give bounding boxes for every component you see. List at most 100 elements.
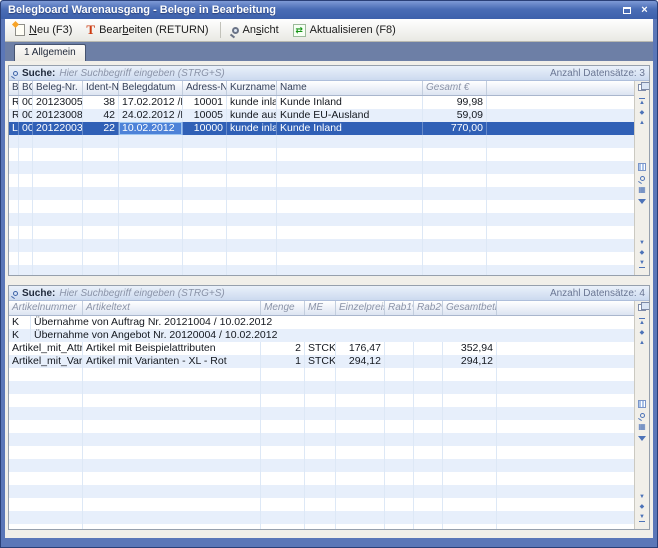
cell[interactable]: [261, 407, 305, 420]
restore-button[interactable]: [619, 4, 634, 17]
cell[interactable]: [305, 459, 336, 472]
cell[interactable]: [83, 511, 261, 524]
cell[interactable]: STCK: [305, 342, 336, 355]
cell[interactable]: Artikel_mit_Variant: [9, 355, 83, 368]
cell[interactable]: [385, 342, 414, 355]
cell[interactable]: [443, 485, 497, 498]
grid-row[interactable]: Artikel_mit_VariantArtikel mit Varianten…: [9, 355, 634, 368]
cell[interactable]: [19, 161, 33, 174]
cell[interactable]: [9, 213, 19, 226]
cell[interactable]: [277, 174, 423, 187]
cell[interactable]: [83, 407, 261, 420]
cell[interactable]: [183, 135, 227, 148]
cell[interactable]: [119, 252, 183, 265]
grid-options-icon[interactable]: ▦: [638, 423, 646, 431]
cell[interactable]: [443, 407, 497, 420]
current-record-icon[interactable]: ◆: [640, 110, 645, 116]
cell[interactable]: [119, 174, 183, 187]
header-cell[interactable]: B: [9, 81, 19, 95]
scroll-top-icon[interactable]: ▲: [639, 98, 645, 106]
cell[interactable]: [443, 472, 497, 485]
cell[interactable]: [305, 420, 336, 433]
cell[interactable]: Kunde Inland: [277, 122, 423, 135]
cell[interactable]: [183, 252, 227, 265]
cell[interactable]: Kunde EU-Ausland: [277, 109, 423, 122]
cell[interactable]: [336, 407, 385, 420]
cell[interactable]: [305, 485, 336, 498]
scroll-top-icon[interactable]: ▲: [639, 318, 645, 326]
grid-search-icon[interactable]: [640, 176, 645, 181]
header-cell[interactable]: Menge: [261, 301, 305, 315]
cell[interactable]: [9, 511, 83, 524]
cell[interactable]: [9, 135, 19, 148]
cell[interactable]: [83, 252, 119, 265]
cell[interactable]: [336, 511, 385, 524]
cell[interactable]: [227, 174, 277, 187]
cell[interactable]: [423, 239, 487, 252]
cell[interactable]: [385, 459, 414, 472]
cell[interactable]: [183, 213, 227, 226]
cell[interactable]: [9, 524, 83, 529]
cell[interactable]: 00: [19, 122, 33, 135]
cell[interactable]: [443, 511, 497, 524]
cell[interactable]: [414, 407, 443, 420]
cell[interactable]: R: [9, 109, 19, 122]
cell[interactable]: [119, 265, 183, 275]
cell[interactable]: [277, 239, 423, 252]
cell[interactable]: [414, 342, 443, 355]
cell[interactable]: [305, 407, 336, 420]
cell[interactable]: [277, 148, 423, 161]
cell[interactable]: [443, 381, 497, 394]
cell[interactable]: L: [9, 122, 19, 135]
cell[interactable]: [119, 148, 183, 161]
cell[interactable]: Artikel mit Varianten - XL - Rot: [83, 355, 261, 368]
cell[interactable]: [443, 524, 497, 529]
cell[interactable]: [33, 174, 83, 187]
header-cell[interactable]: Beleg-Nr.: [33, 81, 83, 95]
header-cell[interactable]: BG: [19, 81, 33, 95]
cell[interactable]: [9, 433, 83, 446]
cell[interactable]: [385, 420, 414, 433]
cell[interactable]: [19, 200, 33, 213]
cell[interactable]: [414, 498, 443, 511]
cell[interactable]: [336, 420, 385, 433]
cell[interactable]: [261, 420, 305, 433]
cell[interactable]: [83, 394, 261, 407]
cell[interactable]: 00: [19, 96, 33, 109]
cell[interactable]: [414, 368, 443, 381]
scroll-up-icon[interactable]: ▲: [639, 340, 645, 346]
header-cell[interactable]: Kurzname: [227, 81, 277, 95]
cell[interactable]: [19, 135, 33, 148]
cell[interactable]: [385, 446, 414, 459]
cell[interactable]: [261, 433, 305, 446]
cell[interactable]: [9, 200, 19, 213]
cell[interactable]: [83, 226, 119, 239]
cell[interactable]: [119, 187, 183, 200]
cell[interactable]: [19, 213, 33, 226]
cell[interactable]: [19, 265, 33, 275]
cell[interactable]: [9, 407, 83, 420]
cell[interactable]: [305, 472, 336, 485]
cell[interactable]: R: [9, 96, 19, 109]
cell[interactable]: [277, 213, 423, 226]
header-cell[interactable]: Artikeltext: [83, 301, 261, 315]
cell[interactable]: [9, 459, 83, 472]
cell[interactable]: [261, 511, 305, 524]
cell[interactable]: [183, 174, 227, 187]
aktualisieren-button[interactable]: ⇄ Aktualisieren (F8): [287, 21, 402, 40]
position-search-bar[interactable]: Suche: Hier Suchbegriff eingeben (STRG+S…: [9, 286, 649, 301]
header-cell[interactable]: Ident-Nr.: [83, 81, 119, 95]
grid-search-icon[interactable]: [640, 413, 645, 418]
cell[interactable]: [423, 161, 487, 174]
cell[interactable]: [33, 226, 83, 239]
cell[interactable]: [336, 485, 385, 498]
header-cell[interactable]: ME: [305, 301, 336, 315]
cell[interactable]: 10001: [183, 96, 227, 109]
cell[interactable]: [19, 226, 33, 239]
filter-icon[interactable]: [638, 199, 646, 204]
cell[interactable]: 38: [83, 96, 119, 109]
cell[interactable]: [19, 252, 33, 265]
cell[interactable]: [83, 498, 261, 511]
cell[interactable]: [119, 161, 183, 174]
cell[interactable]: [83, 459, 261, 472]
